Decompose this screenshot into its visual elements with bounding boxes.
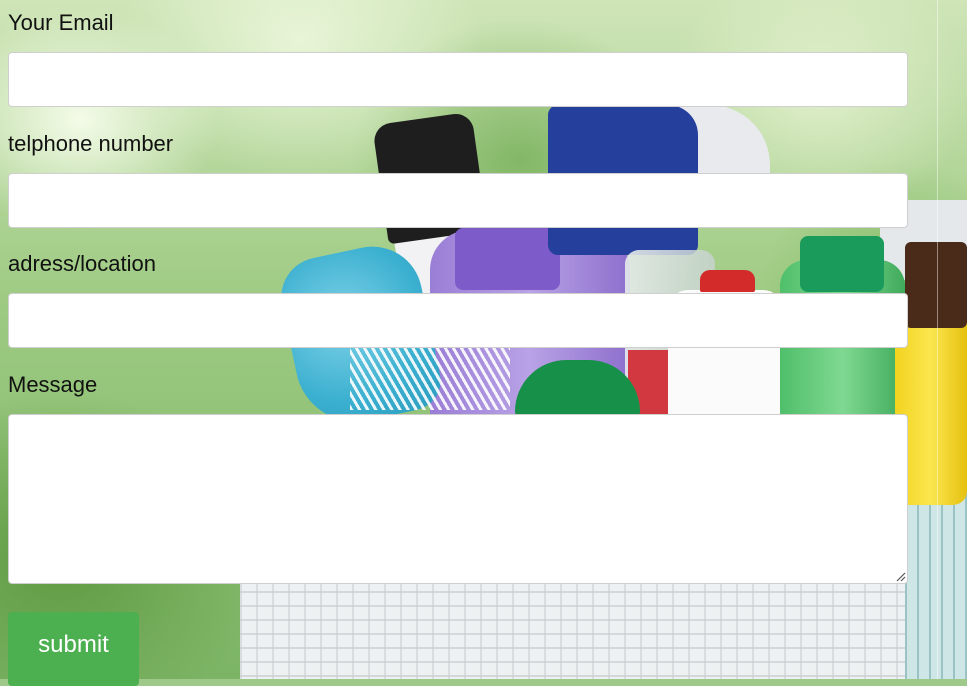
resize-grip-icon[interactable] — [894, 569, 906, 582]
email-label: Your Email — [8, 10, 114, 35]
edge-line — [937, 0, 938, 679]
phone-label: telphone number — [8, 131, 174, 156]
green-cap-shape — [800, 236, 884, 292]
brown-cap-shape — [905, 242, 967, 328]
message-label: Message — [8, 372, 98, 397]
message-textarea[interactable] — [8, 414, 908, 584]
red-cap-shape — [700, 270, 755, 292]
submit-button[interactable]: submit — [8, 612, 139, 686]
purple-cap-shape — [455, 228, 560, 290]
email-field[interactable] — [8, 52, 908, 107]
teal-basket-shape — [905, 480, 967, 679]
address-field[interactable] — [8, 293, 908, 348]
phone-field[interactable] — [8, 173, 908, 228]
address-label: adress/location — [8, 251, 156, 276]
